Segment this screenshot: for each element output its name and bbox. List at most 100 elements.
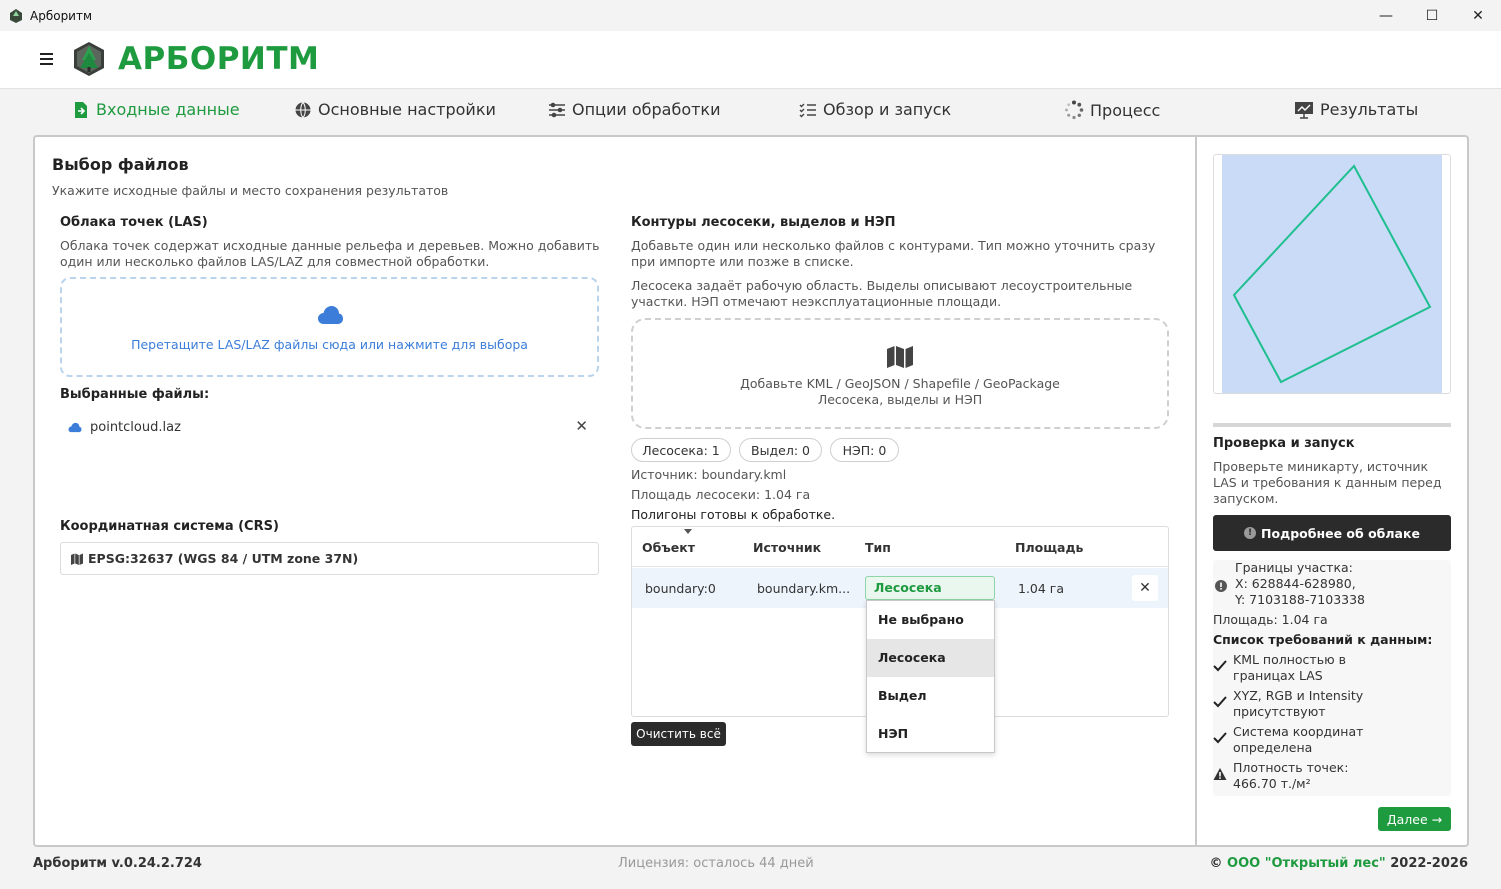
- dropdown-option-vydel[interactable]: Выдел: [867, 677, 994, 715]
- pill-lesoseka-count: Лесосека: 1: [631, 438, 731, 462]
- contours-source: Источник: boundary.kml: [631, 467, 787, 482]
- maximize-button[interactable]: ☐: [1409, 0, 1455, 31]
- type-dropdown: Не выбрано Лесосека Выдел НЭП: [866, 600, 995, 753]
- req-3-line1: Система координат: [1233, 724, 1364, 739]
- table-header: Объект Источник Тип Площадь: [632, 527, 1168, 567]
- tab-main-settings[interactable]: Основные настройки: [294, 100, 496, 119]
- app-header: АРБОРИТМ: [0, 31, 1501, 89]
- main-panel: Выбор файлов Укажите исходные файлы и ме…: [33, 135, 1469, 847]
- cloud-icon: [68, 422, 82, 432]
- req-2-line2: присутствуют: [1233, 704, 1326, 719]
- bounds-x: X: 628844-628980,: [1235, 576, 1356, 591]
- contours-desc-line1: Добавьте один или несколько файлов с кон…: [631, 238, 1156, 253]
- tab-label: Входные данные: [96, 100, 240, 119]
- contours-drop-line2: Лесосека, выделы и НЭП: [817, 392, 983, 407]
- tab-label: Обзор и запуск: [823, 100, 952, 119]
- req-4-line2: 466.70 т./м²: [1233, 776, 1311, 791]
- remove-file-button[interactable]: ✕: [575, 417, 588, 435]
- requirements-box: Границы участка: X: 628844-628980, Y: 71…: [1213, 560, 1451, 796]
- contours-drop-zone[interactable]: Добавьте KML / GeoJSON / Shapefile / Geo…: [631, 318, 1169, 429]
- las-desc-line1: Облака точек содержат исходные данные ре…: [60, 238, 600, 253]
- las-desc-line2: один или несколько файлов LAS/LAZ для со…: [60, 254, 490, 269]
- window-title: Арборитм: [30, 8, 93, 23]
- crs-field[interactable]: EPSG:32637 (WGS 84 / UTM zone 37N): [60, 542, 599, 575]
- type-select[interactable]: Лесосека: [865, 576, 995, 600]
- logo-text: АРБОРИТМ: [118, 41, 320, 77]
- file-name: pointcloud.laz: [90, 419, 181, 435]
- tab-process[interactable]: Процесс: [1064, 100, 1160, 120]
- tab-label: Результаты: [1320, 100, 1419, 119]
- menu-icon[interactable]: [40, 53, 53, 65]
- check-title: Проверка и запуск: [1213, 436, 1355, 451]
- pill-vydel-count: Выдел: 0: [739, 438, 822, 462]
- contours-desc-line2: при импорте или позже в списке.: [631, 254, 854, 269]
- dropdown-option-none[interactable]: Не выбрано: [867, 601, 994, 639]
- contours-title: Контуры лесосеки, выделов и НЭП: [631, 215, 896, 230]
- logo-icon: [74, 42, 104, 76]
- selected-files-title: Выбранные файлы:: [60, 387, 210, 402]
- copyright-sign: ©: [1209, 856, 1223, 871]
- file-list-item: pointcloud.laz ✕: [68, 417, 588, 437]
- contours-ready: Полигоны готовы к обработке.: [631, 507, 836, 522]
- tab-results[interactable]: Результаты: [1294, 100, 1418, 119]
- tab-input-data[interactable]: Входные данные: [72, 100, 240, 119]
- crs-title: Координатная система (CRS): [60, 519, 279, 534]
- checklist-icon: [799, 103, 816, 117]
- clear-all-button[interactable]: Очистить всё: [631, 722, 726, 746]
- requirements-title: Список требований к данным:: [1213, 632, 1433, 647]
- dropdown-option-nep[interactable]: НЭП: [867, 715, 994, 753]
- col-object[interactable]: Объект: [642, 540, 695, 555]
- check-text: Проверьте миникарту, источник LAS и треб…: [1213, 459, 1442, 506]
- las-drop-label: Перетащите LAS/LAZ файлы сюда или нажмит…: [131, 337, 528, 352]
- col-area[interactable]: Площадь: [1015, 540, 1083, 555]
- col-type[interactable]: Тип: [865, 540, 891, 555]
- remove-row-button[interactable]: ✕: [1132, 575, 1158, 601]
- las-drop-zone[interactable]: Перетащите LAS/LAZ файлы сюда или нажмит…: [60, 277, 599, 377]
- req-2-line1: XYZ, RGB и Intensity: [1233, 688, 1364, 703]
- minimap[interactable]: [1213, 154, 1451, 394]
- req-1-line2: границах LAS: [1233, 668, 1323, 683]
- cell-source: boundary.km...: [757, 581, 851, 596]
- next-button[interactable]: Далее →: [1378, 807, 1451, 831]
- footer: Арборитм v.0.24.2.724 Лицензия: осталось…: [0, 850, 1501, 880]
- app-icon: [10, 8, 22, 23]
- contours-desc-line4: участки. НЭП отмечают неэксплуатационные…: [631, 294, 1002, 309]
- page-title: Выбор файлов: [52, 155, 189, 174]
- map-icon: [71, 553, 83, 565]
- close-window-button[interactable]: ✕: [1455, 0, 1501, 31]
- tab-review-launch[interactable]: Обзор и запуск: [799, 100, 951, 119]
- req-4-line1: Плотность точек:: [1233, 760, 1349, 775]
- req-3-line2: определена: [1233, 740, 1313, 755]
- cloud-icon: [318, 306, 343, 324]
- org-link[interactable]: ООО "Открытый лес": [1227, 856, 1386, 871]
- check-icon: [1213, 696, 1227, 708]
- wizard-tabs: Входные данные Основные настройки Опции …: [0, 90, 1501, 134]
- cell-area: 1.04 га: [1018, 581, 1065, 596]
- minimize-button[interactable]: —: [1363, 0, 1409, 31]
- col-source[interactable]: Источник: [753, 540, 821, 555]
- dropdown-option-lesoseka[interactable]: Лесосека: [867, 639, 994, 677]
- minimap-canvas: [1222, 155, 1442, 393]
- contours-drop-line1: Добавьте KML / GeoJSON / Shapefile / Geo…: [740, 376, 1060, 391]
- tab-label: Основные настройки: [318, 100, 496, 119]
- tab-processing-options[interactable]: Опции обработки: [548, 100, 720, 119]
- cloud-details-button[interactable]: ! Подробнее об облаке: [1213, 515, 1451, 551]
- panel-divider[interactable]: [1195, 137, 1197, 845]
- info-icon: [1215, 580, 1227, 592]
- title-bar: Арборитм — ☐ ✕: [0, 0, 1501, 31]
- chart-board-icon: [1295, 101, 1313, 119]
- bounds-y: Y: 7103188-7103338: [1235, 592, 1366, 607]
- copyright: © ООО "Открытый лес" 2022-2026: [1210, 856, 1469, 871]
- contours-area: Площадь лесосеки: 1.04 га: [631, 487, 811, 502]
- warning-icon: [1213, 768, 1227, 780]
- req-1-line1: KML полностью в: [1233, 652, 1346, 667]
- file-arrow-icon: [75, 101, 87, 118]
- progress-separator: [1213, 423, 1451, 427]
- sort-caret-icon: [684, 529, 692, 534]
- info-icon: !: [1244, 527, 1257, 539]
- pill-nep-count: НЭП: 0: [830, 438, 899, 462]
- contours-desc-line3: Лесосека задаёт рабочую область. Выделы …: [631, 278, 1133, 293]
- spinner-icon: [1065, 100, 1084, 120]
- license-label: Лицензия: осталось 44 дней: [618, 856, 814, 871]
- check-icon: [1213, 732, 1227, 744]
